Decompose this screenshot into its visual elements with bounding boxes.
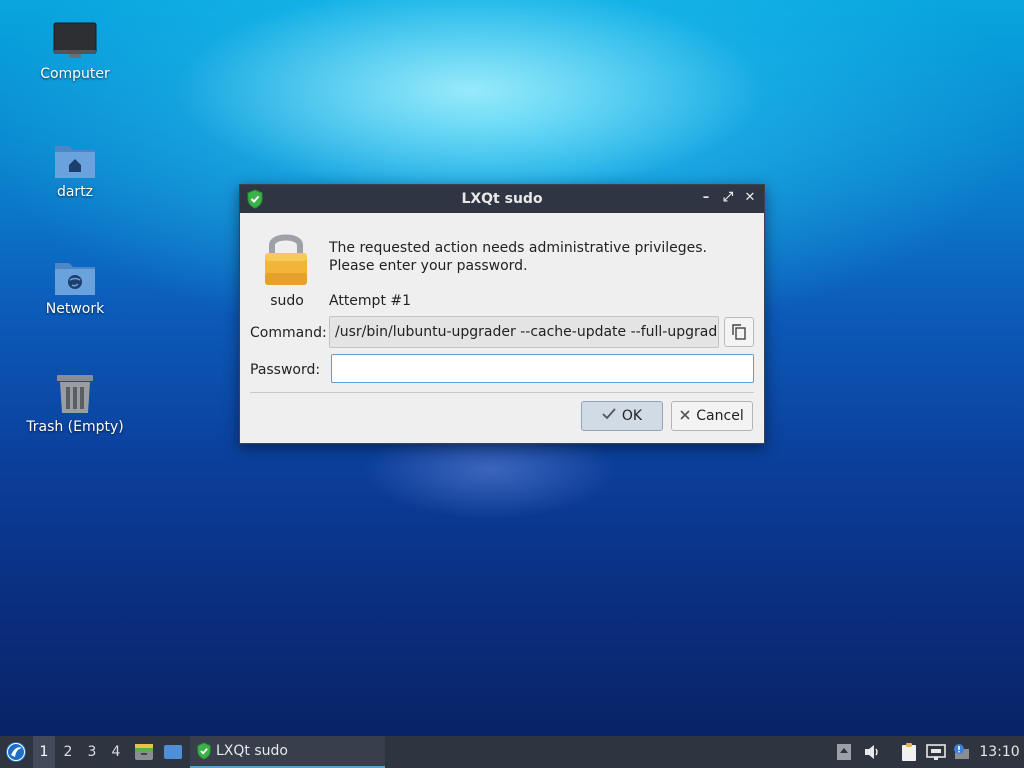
dialog-title: LXQt sudo: [461, 191, 543, 207]
close-icon: [680, 408, 690, 424]
desktop-icon-home[interactable]: dartz: [20, 140, 130, 200]
dialog-separator: [250, 392, 754, 393]
network-folder-icon: [55, 263, 95, 295]
message-line-1: The requested action needs administrativ…: [329, 240, 707, 256]
clipboard-icon: [902, 743, 916, 761]
volume-button[interactable]: [860, 736, 884, 768]
sudo-label: sudo: [270, 293, 304, 309]
attempt-label: Attempt #1: [329, 293, 412, 309]
desktop-icon-label: dartz: [56, 184, 94, 200]
copy-command-button[interactable]: [724, 317, 754, 347]
workspace-4[interactable]: 4: [105, 736, 127, 768]
message-line-2: Please enter your password.: [329, 258, 528, 274]
lock-icon: [262, 229, 310, 293]
check-icon: [602, 408, 616, 424]
desktop-icon-computer[interactable]: Computer: [20, 22, 130, 82]
copy-icon: [732, 324, 746, 340]
workspace-2[interactable]: 2: [57, 736, 79, 768]
command-field[interactable]: /usr/bin/lubuntu-upgrader --cache-update…: [329, 316, 719, 348]
file-manager-launcher[interactable]: [132, 736, 156, 768]
home-folder-icon: [55, 146, 95, 178]
command-label: Command:: [250, 325, 327, 341]
trash-icon: [57, 375, 93, 413]
dialog-titlebar[interactable]: LXQt sudo – ⤢ ✕: [240, 185, 764, 213]
clock[interactable]: 13:10: [975, 736, 1024, 768]
network-button[interactable]: [924, 736, 948, 768]
close-button[interactable]: ✕: [742, 190, 758, 206]
main-menu-button[interactable]: [2, 736, 30, 768]
clipboard-button[interactable]: [897, 736, 921, 768]
ok-button[interactable]: OK: [581, 401, 663, 431]
desktop-icon-label: Computer: [40, 66, 110, 82]
workspace-3[interactable]: 3: [81, 736, 103, 768]
shield-icon: [197, 742, 211, 760]
file-manager-icon: [135, 744, 153, 760]
cancel-label: Cancel: [696, 408, 744, 424]
workspace-1[interactable]: 1: [33, 736, 55, 768]
cancel-button[interactable]: Cancel: [671, 401, 753, 431]
privilege-message: The requested action needs administrativ…: [329, 239, 707, 275]
ok-label: OK: [621, 408, 643, 424]
taskbar-task-lxqt-sudo[interactable]: LXQt sudo: [190, 736, 385, 768]
minimize-button[interactable]: –: [698, 190, 714, 206]
update-notification-icon: [954, 744, 969, 759]
sudo-dialog: LXQt sudo – ⤢ ✕ sudo The requested actio…: [239, 184, 765, 444]
show-desktop-launcher[interactable]: [161, 736, 185, 768]
tray-up-arrow[interactable]: [832, 736, 856, 768]
volume-icon: [865, 745, 878, 759]
network-wired-icon: [926, 744, 946, 760]
desktop-icon-network[interactable]: Network: [20, 257, 130, 317]
task-label: LXQt sudo: [216, 743, 288, 759]
password-label: Password:: [250, 362, 321, 378]
desktop-icon: [164, 745, 182, 759]
desktop-icon-label: Trash (Empty): [26, 419, 124, 435]
lubuntu-logo-icon: [6, 742, 26, 762]
taskbar: 1 2 3 4 LXQt sudo 13:10: [0, 736, 1024, 768]
monitor-icon: [53, 22, 97, 58]
desktop-icon-trash[interactable]: Trash (Empty): [20, 373, 130, 435]
upload-icon: [837, 744, 851, 760]
desktop-icon-label: Network: [45, 301, 105, 317]
password-field[interactable]: [331, 354, 754, 383]
update-notifier-button[interactable]: [950, 736, 974, 768]
shield-icon: [246, 189, 264, 213]
maximize-button[interactable]: ⤢: [720, 190, 736, 206]
